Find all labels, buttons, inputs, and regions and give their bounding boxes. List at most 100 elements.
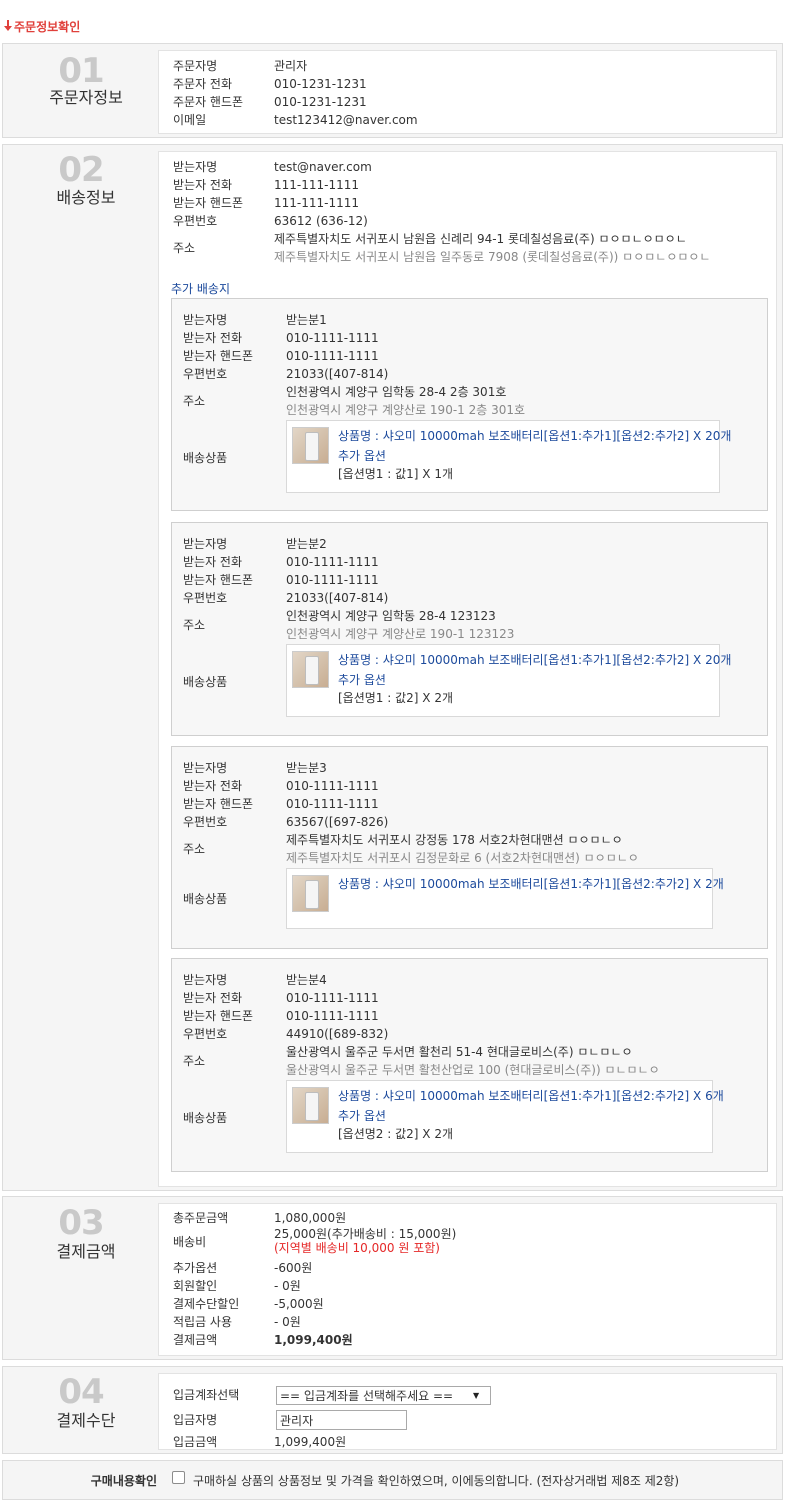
address-jibun: 인천광역시 계양구 계양산로 190-1 2층 301호 bbox=[286, 403, 526, 417]
extra-products-row: 배송상품 bbox=[183, 1109, 286, 1127]
product-card: 상품명 : 샤오미 10000mah 보조배터리[옵션1:추가1][옵션2:추가… bbox=[286, 420, 731, 493]
product-name[interactable]: 상품명 : 샤오미 10000mah 보조배터리[옵션1:추가1][옵션2:추가… bbox=[338, 1087, 724, 1104]
address-jibun: 제주특별자치도 서귀포시 김정문화로 6 (서호2차현대맨션) ㅁㅇㅁㄴㅇ bbox=[286, 851, 639, 865]
extra-address-row: 주소 인천광역시 계양구 임학동 28-4 2층 301호 인천광역시 계양구 계… bbox=[183, 383, 525, 419]
arrow-down-icon bbox=[4, 20, 12, 32]
field-label: 회원할인 bbox=[173, 1279, 218, 1293]
field-label: 우편번호 bbox=[173, 214, 218, 228]
option-title: 추가 옵션 bbox=[338, 1109, 386, 1123]
method-discount-row: 결제수단할인 -5,000원 bbox=[173, 1295, 324, 1313]
extra-mobile-row: 받는자 핸드폰 010-1111-1111 bbox=[183, 571, 379, 589]
address-road: 제주특별자치도 서귀포시 남원읍 신례리 94-1 롯데칠성음료(주) ㅁㅇㅁㄴ… bbox=[274, 232, 687, 246]
agree-text[interactable]: 구매하실 상품의 상품정보 및 가격을 확인하였으며, 이에동의합니다. (전자… bbox=[193, 1472, 679, 1489]
extra-name-row: 받는자명 받는분4 bbox=[183, 971, 327, 989]
depositor-name-input[interactable] bbox=[276, 1410, 407, 1430]
product-thumbnail bbox=[292, 1087, 329, 1124]
field-label: 받는자 전화 bbox=[173, 178, 233, 192]
extra-address-row: 주소 인천광역시 계양구 임학동 28-4 123123 인천광역시 계양구 계양… bbox=[183, 607, 514, 643]
field-label: 우편번호 bbox=[183, 1027, 228, 1041]
product-name[interactable]: 상품명 : 샤오미 10000mah 보조배터리[옵션1:추가1][옵션2:추가… bbox=[338, 427, 731, 444]
purchase-confirm-section: 구매내용확인 구매하실 상품의 상품정보 및 가격을 확인하였으며, 이에동의합… bbox=[2, 1460, 783, 1500]
field-label: 결제금액 bbox=[173, 1333, 218, 1347]
receiver-mobile-row: 받는자 핸드폰 111-111-1111 bbox=[173, 194, 359, 212]
field-value: 21033([407-814) bbox=[286, 367, 389, 381]
product-name[interactable]: 상품명 : 샤오미 10000mah 보조배터리[옵션1:추가1][옵션2:추가… bbox=[338, 875, 724, 892]
extra-products-row: 배송상품 bbox=[183, 449, 286, 467]
field-label: 추가옵션 bbox=[173, 1261, 218, 1275]
agree-checkbox[interactable] bbox=[172, 1471, 185, 1484]
field-value: -600원 bbox=[274, 1261, 313, 1275]
extra-phone-row: 받는자 전화 010-1111-1111 bbox=[183, 553, 379, 571]
field-label: 배송상품 bbox=[183, 892, 228, 906]
field-label: 배송상품 bbox=[183, 451, 228, 465]
field-value: -5,000원 bbox=[274, 1297, 324, 1311]
field-value: 010-1111-1111 bbox=[286, 555, 379, 569]
address-block: 인천광역시 계양구 임학동 28-4 123123 인천광역시 계양구 계양산로 … bbox=[286, 607, 514, 643]
product-thumbnail bbox=[292, 427, 329, 464]
field-label: 받는자명 bbox=[183, 313, 228, 327]
field-label: 입금자명 bbox=[173, 1413, 218, 1427]
product-thumbnail bbox=[292, 875, 329, 912]
shipping-fee-note: (지역별 배송비 10,000 원 포함) bbox=[274, 1241, 440, 1255]
field-label: 총주문금액 bbox=[173, 1211, 229, 1225]
field-label: 주소 bbox=[173, 241, 196, 255]
extra-zip-row: 우편번호 21033([407-814) bbox=[183, 589, 388, 607]
product-name[interactable]: 상품명 : 샤오미 10000mah 보조배터리[옵션1:추가1][옵션2:추가… bbox=[338, 651, 731, 668]
field-label: 받는자명 bbox=[183, 537, 228, 551]
extra-shipping-title: 추가 배송지 bbox=[171, 282, 231, 296]
section-label: 결제금액 bbox=[56, 1242, 116, 1261]
section-label: 배송정보 bbox=[56, 188, 116, 207]
field-label: 받는자 전화 bbox=[183, 555, 243, 569]
shipping-fee-block: 25,000원(추가배송비 : 15,000원) (지역별 배송비 10,000 … bbox=[274, 1227, 456, 1257]
product-thumbnail bbox=[292, 651, 329, 688]
extra-address-row: 주소 제주특별자치도 서귀포시 강정동 178 서호2차현대맨션 ㅁㅇㅁㄴㅇ 제주… bbox=[183, 831, 639, 867]
payment-amount-panel: 총주문금액 1,080,000원 배송비 25,000원(추가배송비 : 15,0… bbox=[158, 1203, 777, 1356]
orderer-name-row: 주문자명 관리자 bbox=[173, 57, 307, 75]
field-value: 010-1111-1111 bbox=[286, 349, 379, 363]
field-label: 받는자 핸드폰 bbox=[173, 196, 244, 210]
orderer-section: 01 주문자정보 주문자명 관리자 주문자 전화 010-1231-1231 주문자… bbox=[2, 43, 783, 138]
field-label: 받는자 핸드폰 bbox=[183, 797, 254, 811]
orderer-phone-row: 주문자 전화 010-1231-1231 bbox=[173, 75, 367, 93]
field-label: 주소 bbox=[183, 1054, 206, 1068]
product-card: 상품명 : 샤오미 10000mah 보조배터리[옵션1:추가1][옵션2:추가… bbox=[286, 1080, 724, 1153]
field-label: 이메일 bbox=[173, 113, 207, 127]
address-road: 제주특별자치도 서귀포시 강정동 178 서호2차현대맨션 ㅁㅇㅁㄴㅇ bbox=[286, 833, 623, 847]
field-value: 63567([697-826) bbox=[286, 815, 389, 829]
address-jibun: 제주특별자치도 서귀포시 남원읍 일주동로 7908 (롯데칠성음료(주)) ㅁ… bbox=[274, 250, 711, 264]
option-value: [옵션명2 : 값2] X 2개 bbox=[338, 1127, 453, 1141]
address-block: 인천광역시 계양구 임학동 28-4 2층 301호 인천광역시 계양구 계양산로… bbox=[286, 383, 525, 419]
field-label: 주소 bbox=[183, 394, 206, 408]
field-value: 010-1111-1111 bbox=[286, 1009, 379, 1023]
extra-zip-row: 우편번호 63567([697-826) bbox=[183, 813, 388, 831]
extra-name-row: 받는자명 받는분3 bbox=[183, 759, 327, 777]
field-label: 입금금액 bbox=[173, 1435, 218, 1449]
extra-phone-row: 받는자 전화 010-1111-1111 bbox=[183, 989, 379, 1007]
option-title: 추가 옵션 bbox=[338, 449, 386, 463]
deposit-amount-row: 입금금액 1,099,400원 bbox=[173, 1433, 346, 1451]
extra-phone-row: 받는자 전화 010-1111-1111 bbox=[183, 777, 379, 795]
field-label: 받는자명 bbox=[183, 973, 228, 987]
shipping-section: 02 배송정보 받는자명 test@naver.com 받는자 전화 111-111… bbox=[2, 144, 783, 1191]
field-value: 010-1111-1111 bbox=[286, 331, 379, 345]
section-number: 02 bbox=[58, 150, 104, 190]
field-value: test@naver.com bbox=[274, 160, 372, 174]
field-label: 받는자 핸드폰 bbox=[183, 349, 254, 363]
extra-zip-row: 우편번호 21033([407-814) bbox=[183, 365, 388, 383]
payment-method-panel: 입금계좌선택 == 입금계좌를 선택해주세요 == ▼ 입금자명 입금금액1,0… bbox=[158, 1373, 777, 1450]
field-label: 우편번호 bbox=[183, 367, 228, 381]
receiver-zip-row: 우편번호 63612 (636-12) bbox=[173, 212, 368, 230]
field-label: 주문자 전화 bbox=[173, 77, 233, 91]
field-label: 받는자 핸드폰 bbox=[183, 1009, 254, 1023]
extra-phone-row: 받는자 전화 010-1111-1111 bbox=[183, 329, 379, 347]
page-title-text: 주문정보확인 bbox=[14, 19, 81, 34]
shipping-fee-row: 배송비 25,000원(추가배송비 : 15,000원) (지역별 배송비 10,… bbox=[173, 1227, 456, 1257]
deposit-account-select[interactable]: == 입금계좌를 선택해주세요 == bbox=[276, 1386, 491, 1405]
option-value: [옵션명1 : 값1] X 1개 bbox=[338, 467, 453, 481]
field-value: 010-1231-1231 bbox=[274, 77, 367, 91]
field-label: 배송비 bbox=[173, 1235, 207, 1249]
field-value: 010-1111-1111 bbox=[286, 573, 379, 587]
payment-amount-section: 03 결제금액 총주문금액 1,080,000원 배송비 25,000원(추가배송… bbox=[2, 1196, 783, 1360]
address-road: 울산광역시 울주군 두서면 활천리 51-4 현대글로비스(주) ㅁㄴㅁㄴㅇ bbox=[286, 1045, 633, 1059]
field-label: 배송상품 bbox=[183, 1111, 228, 1125]
